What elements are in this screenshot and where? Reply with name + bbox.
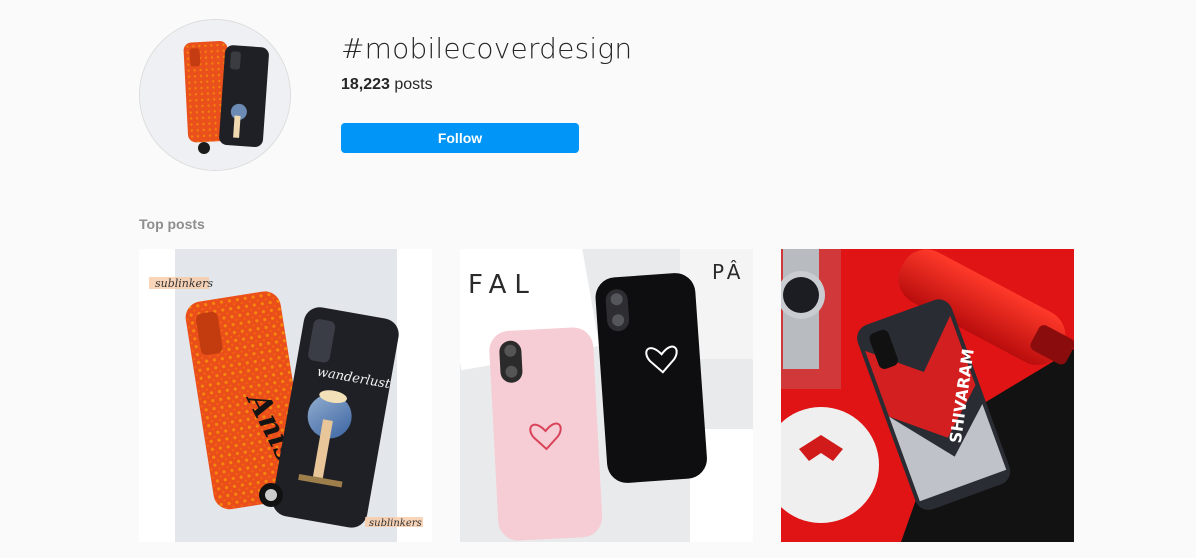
top-posts-grid: Anish wanderlust sublinkers sublinkers F… [139, 249, 1074, 542]
post-count-suffix: posts [389, 76, 433, 93]
hashtag-page: #mobilecoverdesign 18,223 posts Follow T… [0, 0, 1196, 558]
post-2-image: FAL PÂ [460, 249, 753, 542]
hashtag-header: #mobilecoverdesign 18,223 posts Follow [139, 19, 632, 171]
post-1-image: Anish wanderlust sublinkers sublinkers [139, 249, 432, 542]
avatar-image [140, 20, 290, 170]
post-tile-3[interactable]: SHIVARAM [781, 249, 1074, 542]
post-count: 18,223 posts [341, 75, 741, 95]
hashtag-avatar [139, 19, 291, 171]
follow-button[interactable]: Follow [341, 123, 579, 153]
post-tile-2[interactable]: FAL PÂ [460, 249, 753, 542]
post-tile-1[interactable]: Anish wanderlust sublinkers sublinkers [139, 249, 432, 542]
post-1-watermark-bottom: sublinkers [369, 518, 422, 529]
post-1-watermark-top: sublinkers [155, 277, 213, 290]
top-posts-label: Top posts [139, 216, 205, 232]
post-3-image: SHIVARAM [781, 249, 1074, 542]
hashtag-title: #mobilecoverdesign [341, 32, 633, 65]
post-2-backdrop-text-left: FAL [468, 270, 537, 300]
post-2-backdrop-text-right: PÂ [712, 260, 744, 284]
hashtag-info: #mobilecoverdesign 18,223 posts Follow [341, 31, 741, 153]
post-count-number: 18,223 [341, 76, 390, 93]
